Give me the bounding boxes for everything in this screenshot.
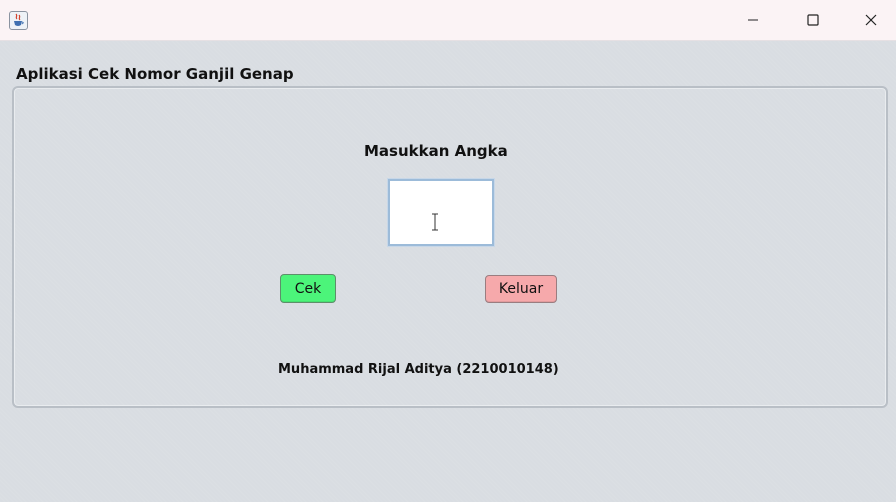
title-bar[interactable] [0,0,896,41]
app-window: Aplikasi Cek Nomor Ganjil Genap Masukkan… [0,0,896,502]
maximize-icon [807,14,819,26]
java-cup-icon [9,11,28,30]
app-title: Aplikasi Cek Nomor Ganjil Genap [16,65,294,83]
close-icon [865,14,877,26]
maximize-button[interactable] [784,0,842,40]
number-input[interactable] [387,178,495,247]
author-label: Muhammad Rijal Aditya (2210010148) [278,362,559,377]
prompt-label: Masukkan Angka [364,142,508,160]
cek-button[interactable]: Cek [280,274,336,303]
close-button[interactable] [842,0,896,40]
minimize-button[interactable] [724,0,782,40]
main-panel [12,86,888,408]
keluar-button[interactable]: Keluar [485,275,557,303]
minimize-icon [748,19,758,21]
text-cursor-icon [432,213,438,231]
